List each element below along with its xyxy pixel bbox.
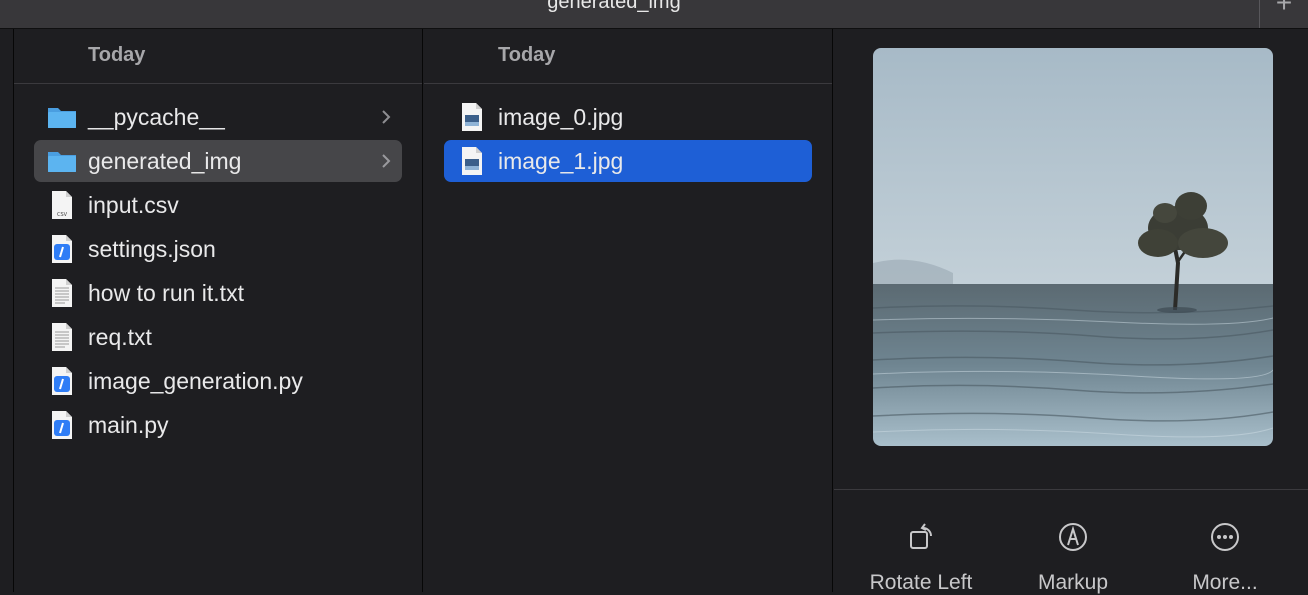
svg-text:CSV: CSV: [57, 212, 68, 218]
list-item-label: settings.json: [88, 236, 216, 262]
column-generated-img[interactable]: Today image_0.jpg image_1.jpg: [424, 29, 833, 592]
rotate-left-label: Rotate Left: [869, 571, 973, 594]
list-item-how-to-run[interactable]: how to run it.txt: [34, 272, 402, 314]
preview-pane: Rotate Left Markup More...: [834, 29, 1308, 595]
image-file-icon: [462, 147, 482, 175]
more-icon: [1211, 523, 1239, 551]
text-file-icon: [52, 279, 72, 307]
code-file-icon: [52, 367, 72, 395]
list-item-pycache[interactable]: __pycache__: [34, 96, 402, 138]
column-header: Today: [424, 29, 832, 84]
column-left-edge: [0, 29, 14, 592]
add-tab-button[interactable]: +: [1270, 0, 1298, 18]
list-item-req-txt[interactable]: req.txt: [34, 316, 402, 358]
list-item-label: req.txt: [88, 324, 152, 350]
rotate-left-button[interactable]: Rotate Left: [841, 519, 1001, 595]
list-item-label: image_1.jpg: [498, 148, 624, 174]
window-title: generated_img: [547, 0, 681, 13]
markup-button[interactable]: Markup: [993, 519, 1153, 595]
list-item-main-py[interactable]: main.py: [34, 404, 402, 446]
folder-icon: [48, 152, 76, 172]
list-item-generated-img[interactable]: generated_img: [34, 140, 402, 182]
text-file-icon: [52, 323, 72, 351]
list-item-label: image_generation.py: [88, 368, 303, 394]
markup-icon: [1059, 523, 1087, 551]
csv-file-icon: CSV: [52, 191, 72, 219]
list-item-image-1[interactable]: image_1.jpg: [444, 140, 812, 182]
list-item-label: how to run it.txt: [88, 280, 244, 306]
list-item-label: image_0.jpg: [498, 104, 624, 130]
list-item-image-0[interactable]: image_0.jpg: [444, 96, 812, 138]
chevron-right-icon: [382, 110, 391, 124]
more-button[interactable]: More...: [1145, 519, 1305, 595]
window-titlebar: generated_img +: [0, 0, 1308, 29]
titlebar-divider: [1259, 0, 1260, 28]
code-file-icon: [52, 411, 72, 439]
column-header: Today: [14, 29, 422, 84]
list-item-settings-json[interactable]: settings.json: [34, 228, 402, 270]
column-header-label: Today: [498, 44, 556, 66]
tree-in-water-image: [873, 48, 1273, 446]
chevron-right-icon: [382, 154, 391, 168]
column-project[interactable]: Today __pycache__ generated_img CSV inpu…: [14, 29, 423, 592]
code-file-icon: [52, 235, 72, 263]
list-item-label: generated_img: [88, 148, 242, 174]
list-item-label: __pycache__: [88, 104, 225, 130]
folder-icon: [48, 108, 76, 128]
rotate-left-icon: [910, 523, 932, 549]
more-label: More...: [1192, 571, 1258, 594]
preview-divider: [834, 489, 1308, 490]
list-item-input-csv[interactable]: CSV input.csv: [34, 184, 402, 226]
list-item-image-generation-py[interactable]: image_generation.py: [34, 360, 402, 402]
preview-image: [873, 48, 1273, 446]
list-item-label: input.csv: [88, 192, 179, 218]
image-file-icon: [462, 103, 482, 131]
list-item-label: main.py: [88, 412, 169, 438]
column-header-label: Today: [88, 44, 146, 66]
markup-label: Markup: [1037, 571, 1109, 594]
